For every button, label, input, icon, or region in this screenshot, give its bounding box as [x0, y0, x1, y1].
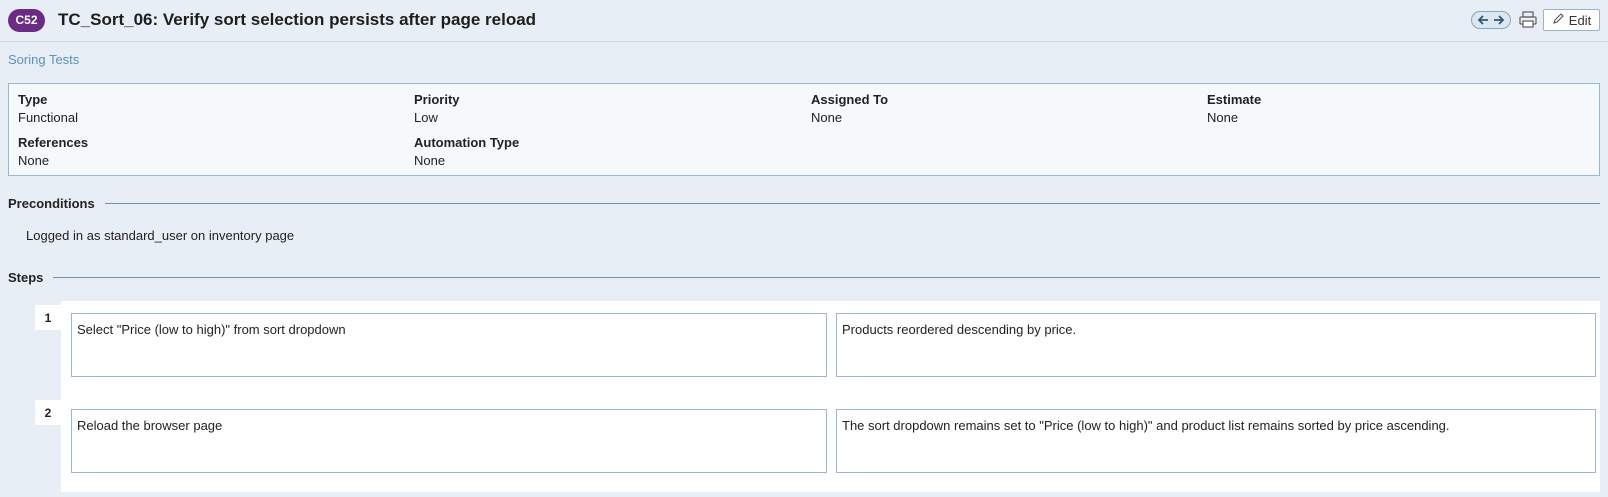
step-expected-result: The sort dropdown remains set to "Price …	[836, 409, 1596, 473]
field-value: None	[811, 110, 843, 125]
pencil-icon	[1552, 12, 1564, 28]
field-references: References None	[18, 135, 88, 168]
divider	[53, 277, 1600, 278]
field-priority: Priority Low	[414, 92, 460, 125]
steps-heading: Steps	[8, 270, 1600, 285]
field-label: Assigned To	[811, 92, 889, 107]
case-header: C52 TC_Sort_06: Verify sort selection pe…	[0, 0, 1608, 42]
edit-button[interactable]: Edit	[1543, 9, 1600, 31]
preconditions-heading: Preconditions	[8, 196, 1600, 211]
page-title: TC_Sort_06: Verify sort selection persis…	[58, 10, 537, 29]
field-label: Automation Type	[414, 135, 520, 150]
arrow-left-icon[interactable]	[1476, 13, 1490, 27]
preconditions-title: Preconditions	[8, 196, 95, 211]
field-value: Functional	[18, 110, 78, 125]
step-action: Reload the browser page	[71, 409, 827, 473]
case-fields: Type Functional Priority Low Assigned To…	[8, 83, 1600, 176]
case-navigation	[1471, 11, 1511, 29]
field-label: Priority	[414, 92, 460, 107]
section-link[interactable]: Soring Tests	[8, 52, 79, 67]
field-value: Low	[414, 110, 438, 125]
step-number: 2	[35, 400, 61, 425]
field-assigned-to: Assigned To None	[811, 92, 888, 125]
field-value: None	[18, 153, 50, 168]
printer-icon[interactable]	[1518, 11, 1538, 29]
field-label: Type	[18, 92, 48, 107]
edit-label: Edit	[1568, 12, 1592, 28]
field-value: None	[414, 153, 446, 168]
field-value: None	[1207, 110, 1239, 125]
field-estimate: Estimate None	[1207, 92, 1261, 125]
field-automation-type: Automation Type None	[414, 135, 519, 168]
step-expected-result: Products reordered descending by price.	[836, 313, 1596, 377]
field-label: Estimate	[1207, 92, 1262, 107]
step-number: 1	[35, 305, 61, 330]
arrow-right-icon[interactable]	[1492, 13, 1506, 27]
divider	[104, 203, 1600, 204]
preconditions-text: Logged in as standard_user on inventory …	[26, 228, 295, 243]
steps-title: Steps	[8, 270, 44, 285]
field-type: Type Functional	[18, 92, 78, 125]
field-label: References	[18, 135, 89, 150]
case-id-badge: C52	[8, 9, 45, 32]
step-action: Select "Price (low to high)" from sort d…	[71, 313, 827, 377]
